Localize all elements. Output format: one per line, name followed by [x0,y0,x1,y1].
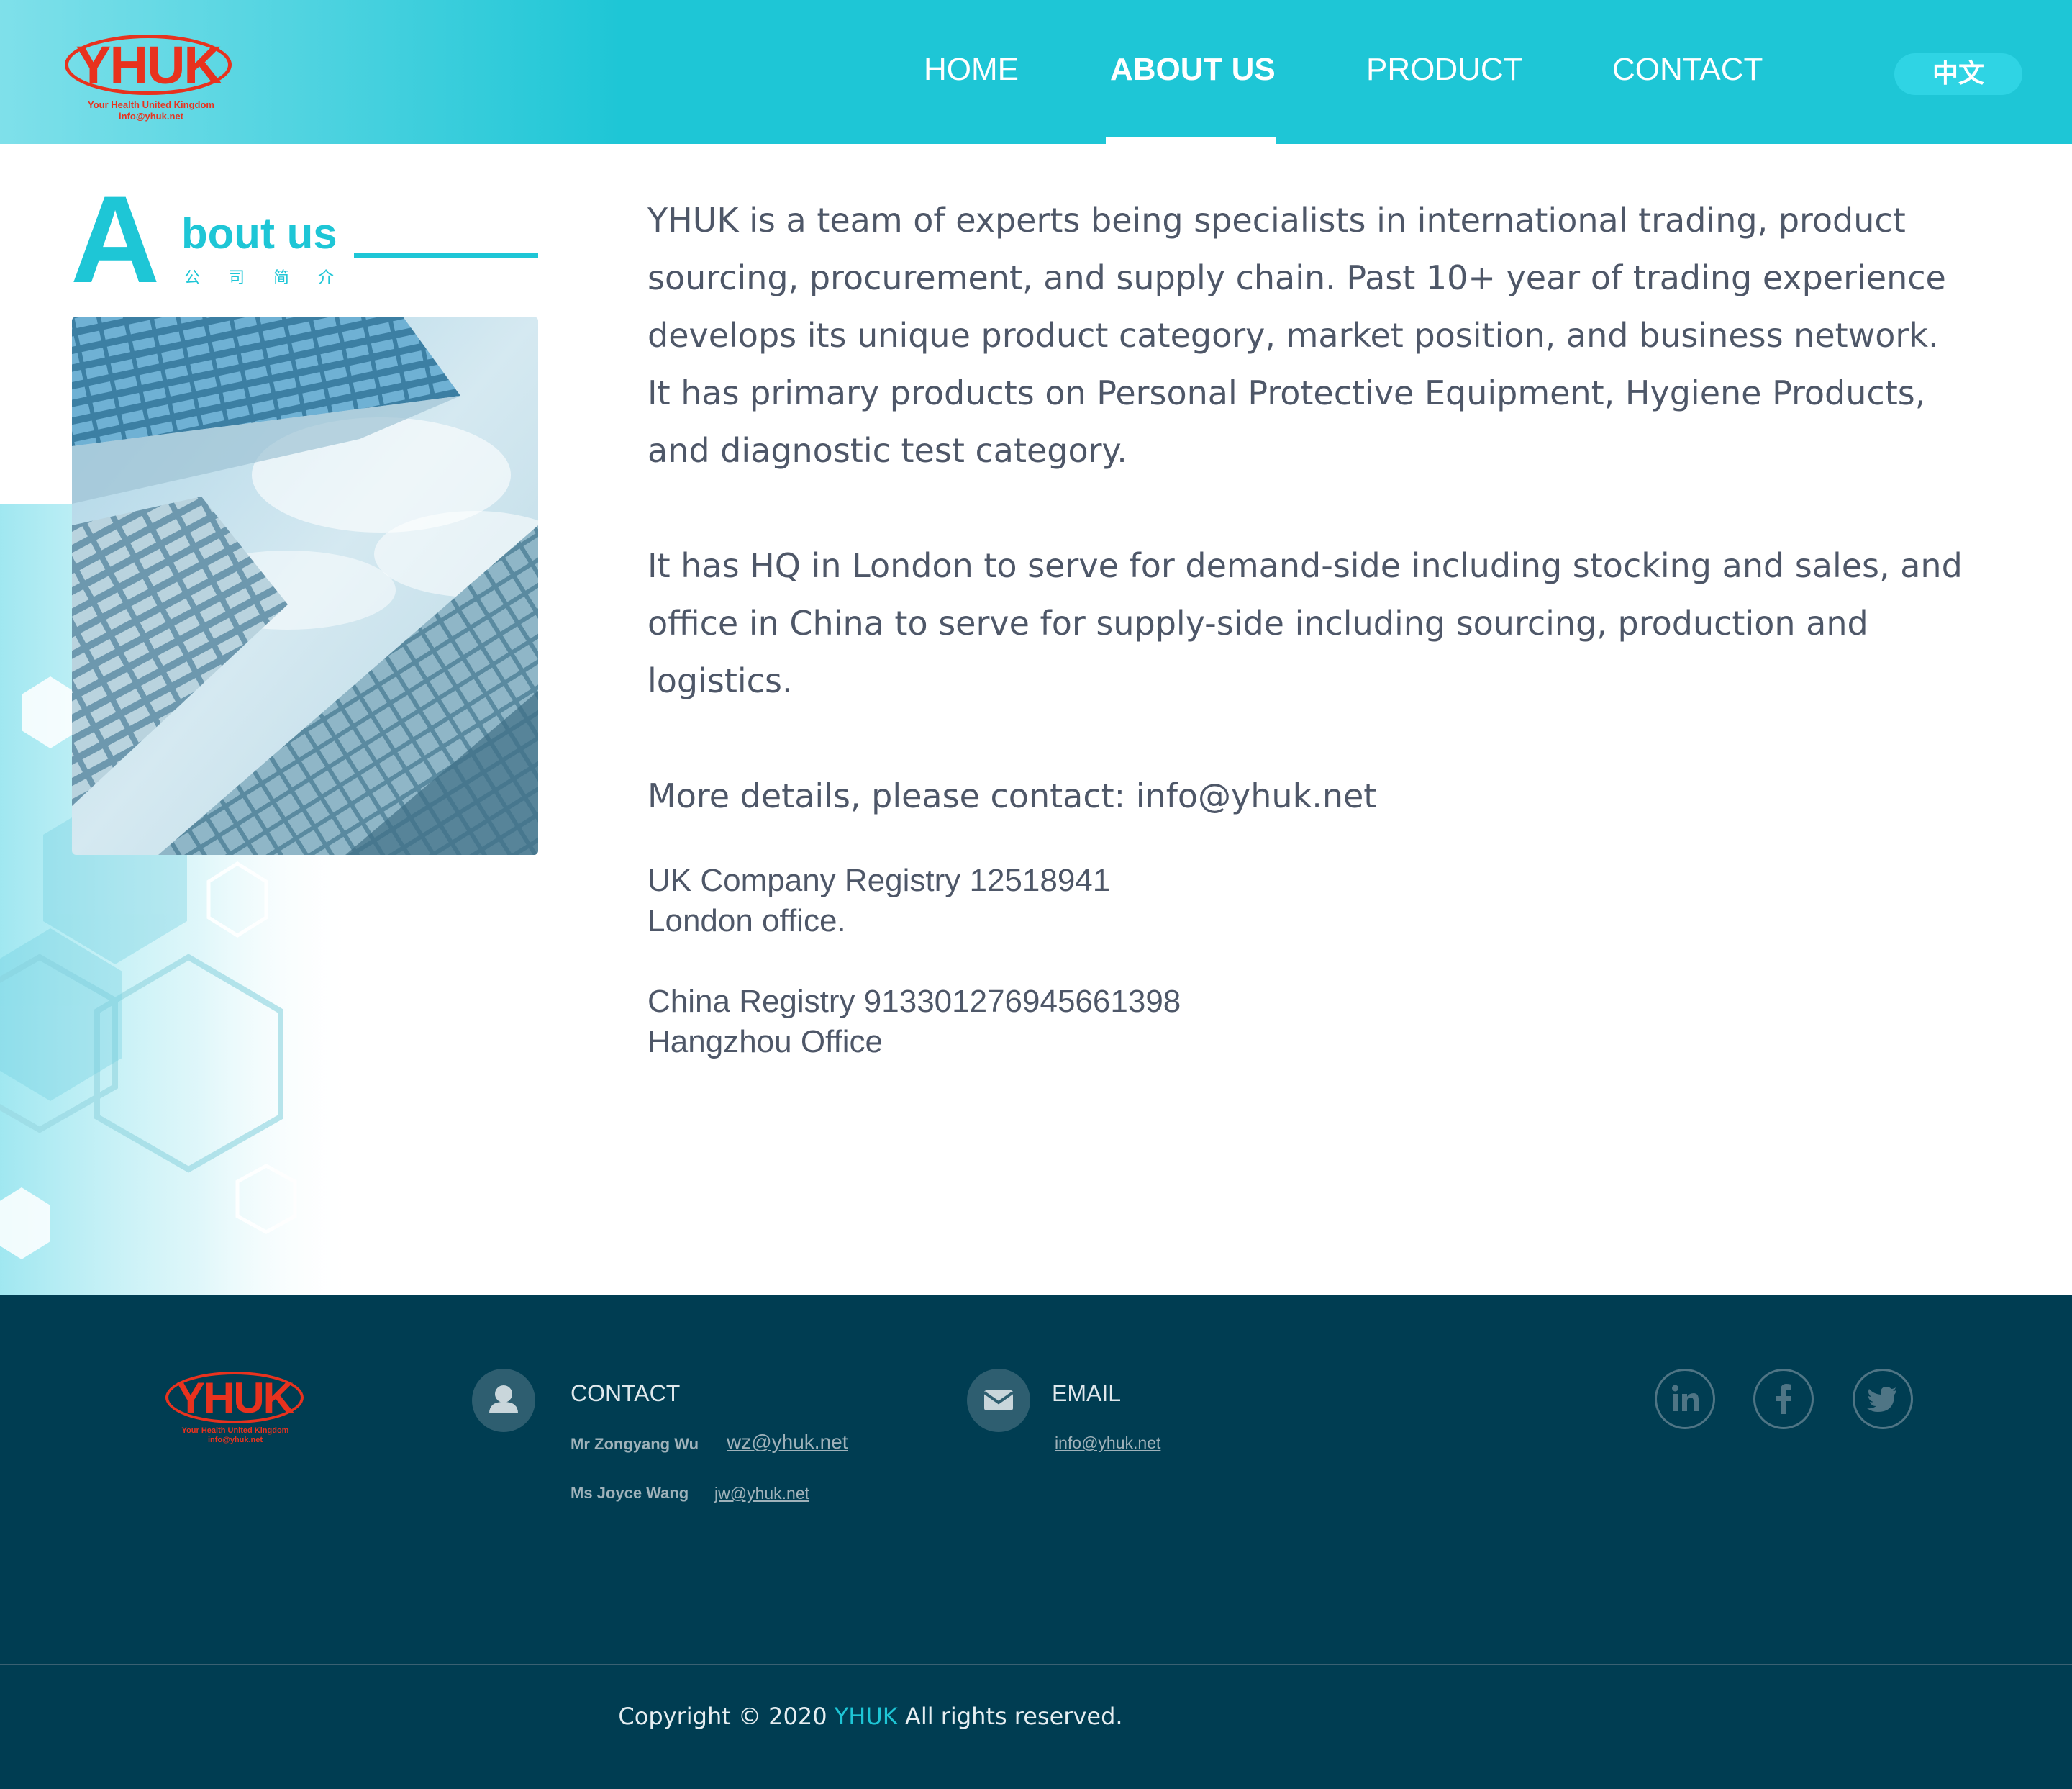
office-building-photo [72,317,538,855]
uk-office: London office. [648,903,846,938]
linkedin-icon[interactable] [1655,1369,1715,1429]
person-icon [472,1369,535,1432]
china-registry: China Registry 913301276945661398 [648,984,1181,1019]
footer-email-link[interactable]: info@yhuk.net [1055,1434,1160,1453]
about-content: YHUK is a team of experts being speciali… [648,191,1964,1102]
footer-divider [0,1664,2072,1665]
china-registry-block: China Registry 913301276945661398 Hangzh… [648,982,1964,1062]
copyright-brand: YHUK [834,1703,898,1730]
footer-logo-email: info@yhuk.net [207,1436,263,1444]
about-paragraph-2: It has HQ in London to serve for demand-… [648,546,1963,700]
twitter-icon[interactable] [1853,1369,1913,1429]
site-footer: YHUK Your Health United Kingdom info@yhu… [0,1295,2072,1789]
nav-about-us[interactable]: ABOUT US [1110,52,1276,88]
nav-product[interactable]: PRODUCT [1366,52,1523,88]
facebook-icon[interactable] [1753,1369,1814,1429]
footer-email-heading: EMAIL [1052,1380,1122,1406]
heading-rule [354,253,538,258]
footer-logo-tagline: Your Health United Kingdom [181,1426,289,1435]
logo-email: info@yhuk.net [119,111,183,122]
copyright-prefix: Copyright © 2020 [618,1703,835,1730]
copyright-notice: Copyright © 2020 YHUK All rights reserve… [0,1703,1907,1730]
uk-registry-block: UK Company Registry 12518941 London offi… [648,861,1964,941]
site-header: YHUK Your Health United Kingdom info@yhu… [0,0,2072,144]
about-heading: bout us [181,209,337,258]
copyright-suffix: All rights reserved. [897,1703,1123,1730]
active-nav-indicator [1106,137,1276,144]
footer-logo[interactable]: YHUK Your Health United Kingdom info@yhu… [165,1372,305,1451]
uk-company-registry: UK Company Registry 12518941 [648,863,1111,898]
contact-name-2: Ms Joyce Wang [571,1484,689,1502]
nav-home[interactable]: HOME [924,52,1019,88]
nav-contact[interactable]: CONTACT [1612,52,1763,88]
contact-details-line: More details, please contact: info@yhuk.… [648,776,1377,815]
contact-name-1: Mr Zongyang Wu [571,1435,699,1453]
language-toggle-button[interactable]: 中文 [1894,53,2022,95]
contact-email-1-link[interactable]: wz@yhuk.net [727,1431,848,1454]
about-heading-initial: A [71,171,160,309]
about-section: A bout us 公司简介 YHUK is a team of experts… [0,144,2072,1295]
about-subtitle-cn: 公司简介 [184,269,363,287]
footer-contact-heading: CONTACT [571,1380,681,1406]
envelope-icon [967,1369,1030,1432]
logo-wordmark: YHUK [65,35,232,95]
china-office: Hangzhou Office [648,1024,883,1059]
contact-email-2-link[interactable]: jw@yhuk.net [714,1484,809,1503]
logo-tagline: Your Health United Kingdom [88,99,214,110]
footer-logo-wordmark: YHUK [165,1372,304,1423]
site-logo[interactable]: YHUK Your Health United Kingdom info@yhu… [65,35,237,127]
about-paragraph-1: YHUK is a team of experts being speciali… [648,201,1946,470]
